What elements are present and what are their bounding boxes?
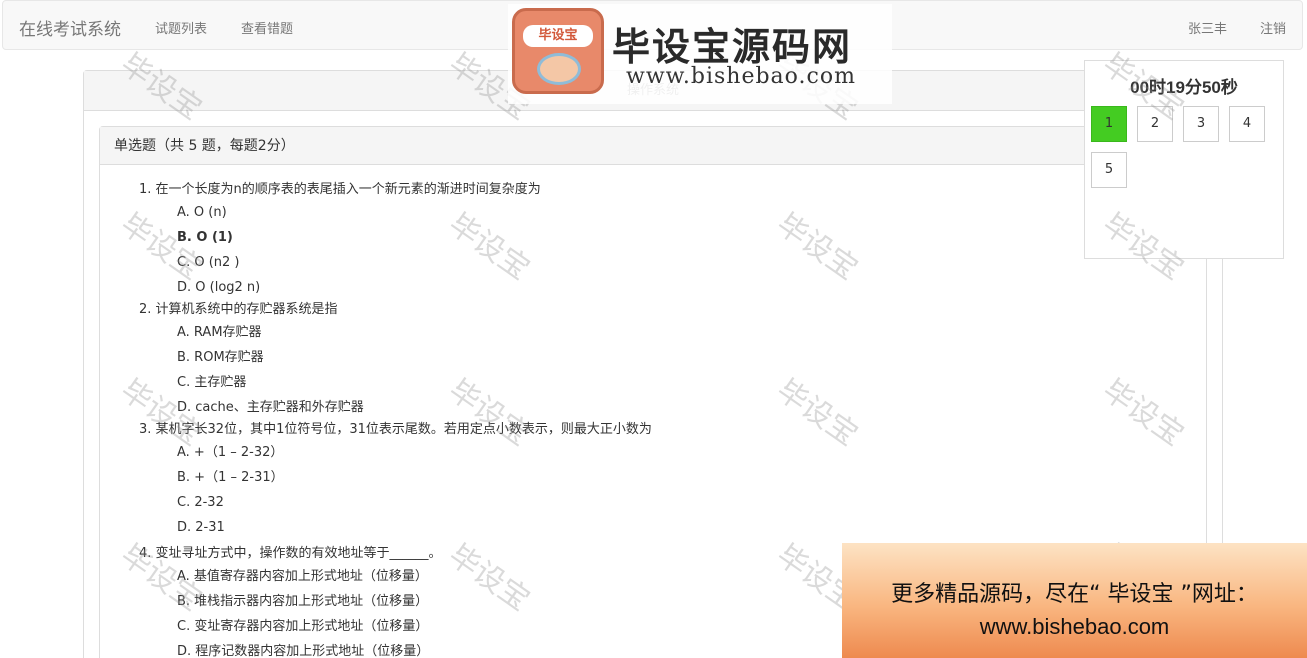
logo-url: www.bishebao.com [626,64,856,89]
question-text: 2. 计算机系统中的存贮器系统是指 [139,302,338,317]
ad-text: 更多精品源码，尽在“ 毕设宝 ”网址： [891,582,1258,607]
logout-link[interactable]: 注销 [1260,18,1286,37]
question-nav-button[interactable]: 1 [1091,106,1127,142]
question-text: 1. 在一个长度为n的顺序表的表尾插入一个新元素的渐进时间复杂度为 [139,182,541,197]
option-a[interactable]: A. RAM存贮器 [139,320,652,345]
question-item: 2. 计算机系统中的存贮器系统是指 A. RAM存贮器 B. ROM存贮器 C.… [139,300,652,420]
option-c[interactable]: C. 变址寄存器内容加上形式地址（位移量） [139,614,652,639]
option-b-selected[interactable]: B. O (1) [139,225,652,250]
option-b[interactable]: B. 堆栈指示器内容加上形式地址（位移量） [139,589,652,614]
ad-banner[interactable]: 更多精品源码，尽在“ 毕设宝 ”网址： www.bishebao.com [842,543,1307,658]
nav-wrong-questions[interactable]: 查看错题 [241,18,293,37]
logo-badge-text: 毕设宝 [523,25,593,47]
option-d[interactable]: D. 程序记数器内容加上形式地址（位移量） [139,639,652,658]
logo-title: 毕设宝源码网 [612,25,853,69]
question-text: 4. 变址寻址方式中，操作数的有效地址等于______。 [139,546,442,561]
option-d[interactable]: D. cache、主存贮器和外存贮器 [139,395,652,420]
logo-badge-icon: 毕设宝 [512,8,604,94]
question-nav-button[interactable]: 4 [1229,106,1265,142]
option-c[interactable]: C. 2-32 [139,490,652,515]
option-a[interactable]: A. O (n) [139,200,652,225]
option-a[interactable]: A. 基值寄存器内容加上形式地址（位移量） [139,564,652,589]
question-text: 3. 某机字长32位，其中1位符号位，31位表示尾数。若用定点小数表示，则最大正… [139,422,652,437]
section-title: 单选题（共 5 题，每题2分） [100,127,1206,165]
nav-question-list[interactable]: 试题列表 [155,18,207,37]
option-d[interactable]: D. O (log2 n) [139,275,652,300]
option-c[interactable]: C. O (n2 ) [139,250,652,275]
question-item: 3. 某机字长32位，其中1位符号位，31位表示尾数。若用定点小数表示，则最大正… [139,420,652,540]
site-logo-overlay: 毕设宝 毕设宝源码网 www.bishebao.com [508,4,892,104]
question-nav-button[interactable]: 2 [1137,106,1173,142]
question-list: 1. 在一个长度为n的顺序表的表尾插入一个新元素的渐进时间复杂度为 A. O (… [139,180,652,658]
question-nav-button[interactable]: 5 [1091,152,1127,188]
question-item: 4. 变址寻址方式中，操作数的有效地址等于______。 A. 基值寄存器内容加… [139,544,652,658]
ad-url[interactable]: www.bishebao.com [842,614,1307,640]
user-name-link[interactable]: 张三丰 [1188,18,1227,37]
option-b[interactable]: B. +（1 – 2-31） [139,465,652,490]
option-d[interactable]: D. 2-31 [139,515,652,540]
option-c[interactable]: C. 主存贮器 [139,370,652,395]
option-b[interactable]: B. ROM存贮器 [139,345,652,370]
question-item: 1. 在一个长度为n的顺序表的表尾插入一个新元素的渐进时间复杂度为 A. O (… [139,180,652,300]
app-brand[interactable]: 在线考试系统 [19,15,121,40]
countdown-timer: 00时19分50秒 [1130,78,1238,97]
option-a[interactable]: A. +（1 – 2-32） [139,440,652,465]
question-nav-button[interactable]: 3 [1183,106,1219,142]
answer-sheet: 00时19分50秒 1 2 3 4 5 [1084,60,1284,259]
logo-face-icon [537,53,581,85]
